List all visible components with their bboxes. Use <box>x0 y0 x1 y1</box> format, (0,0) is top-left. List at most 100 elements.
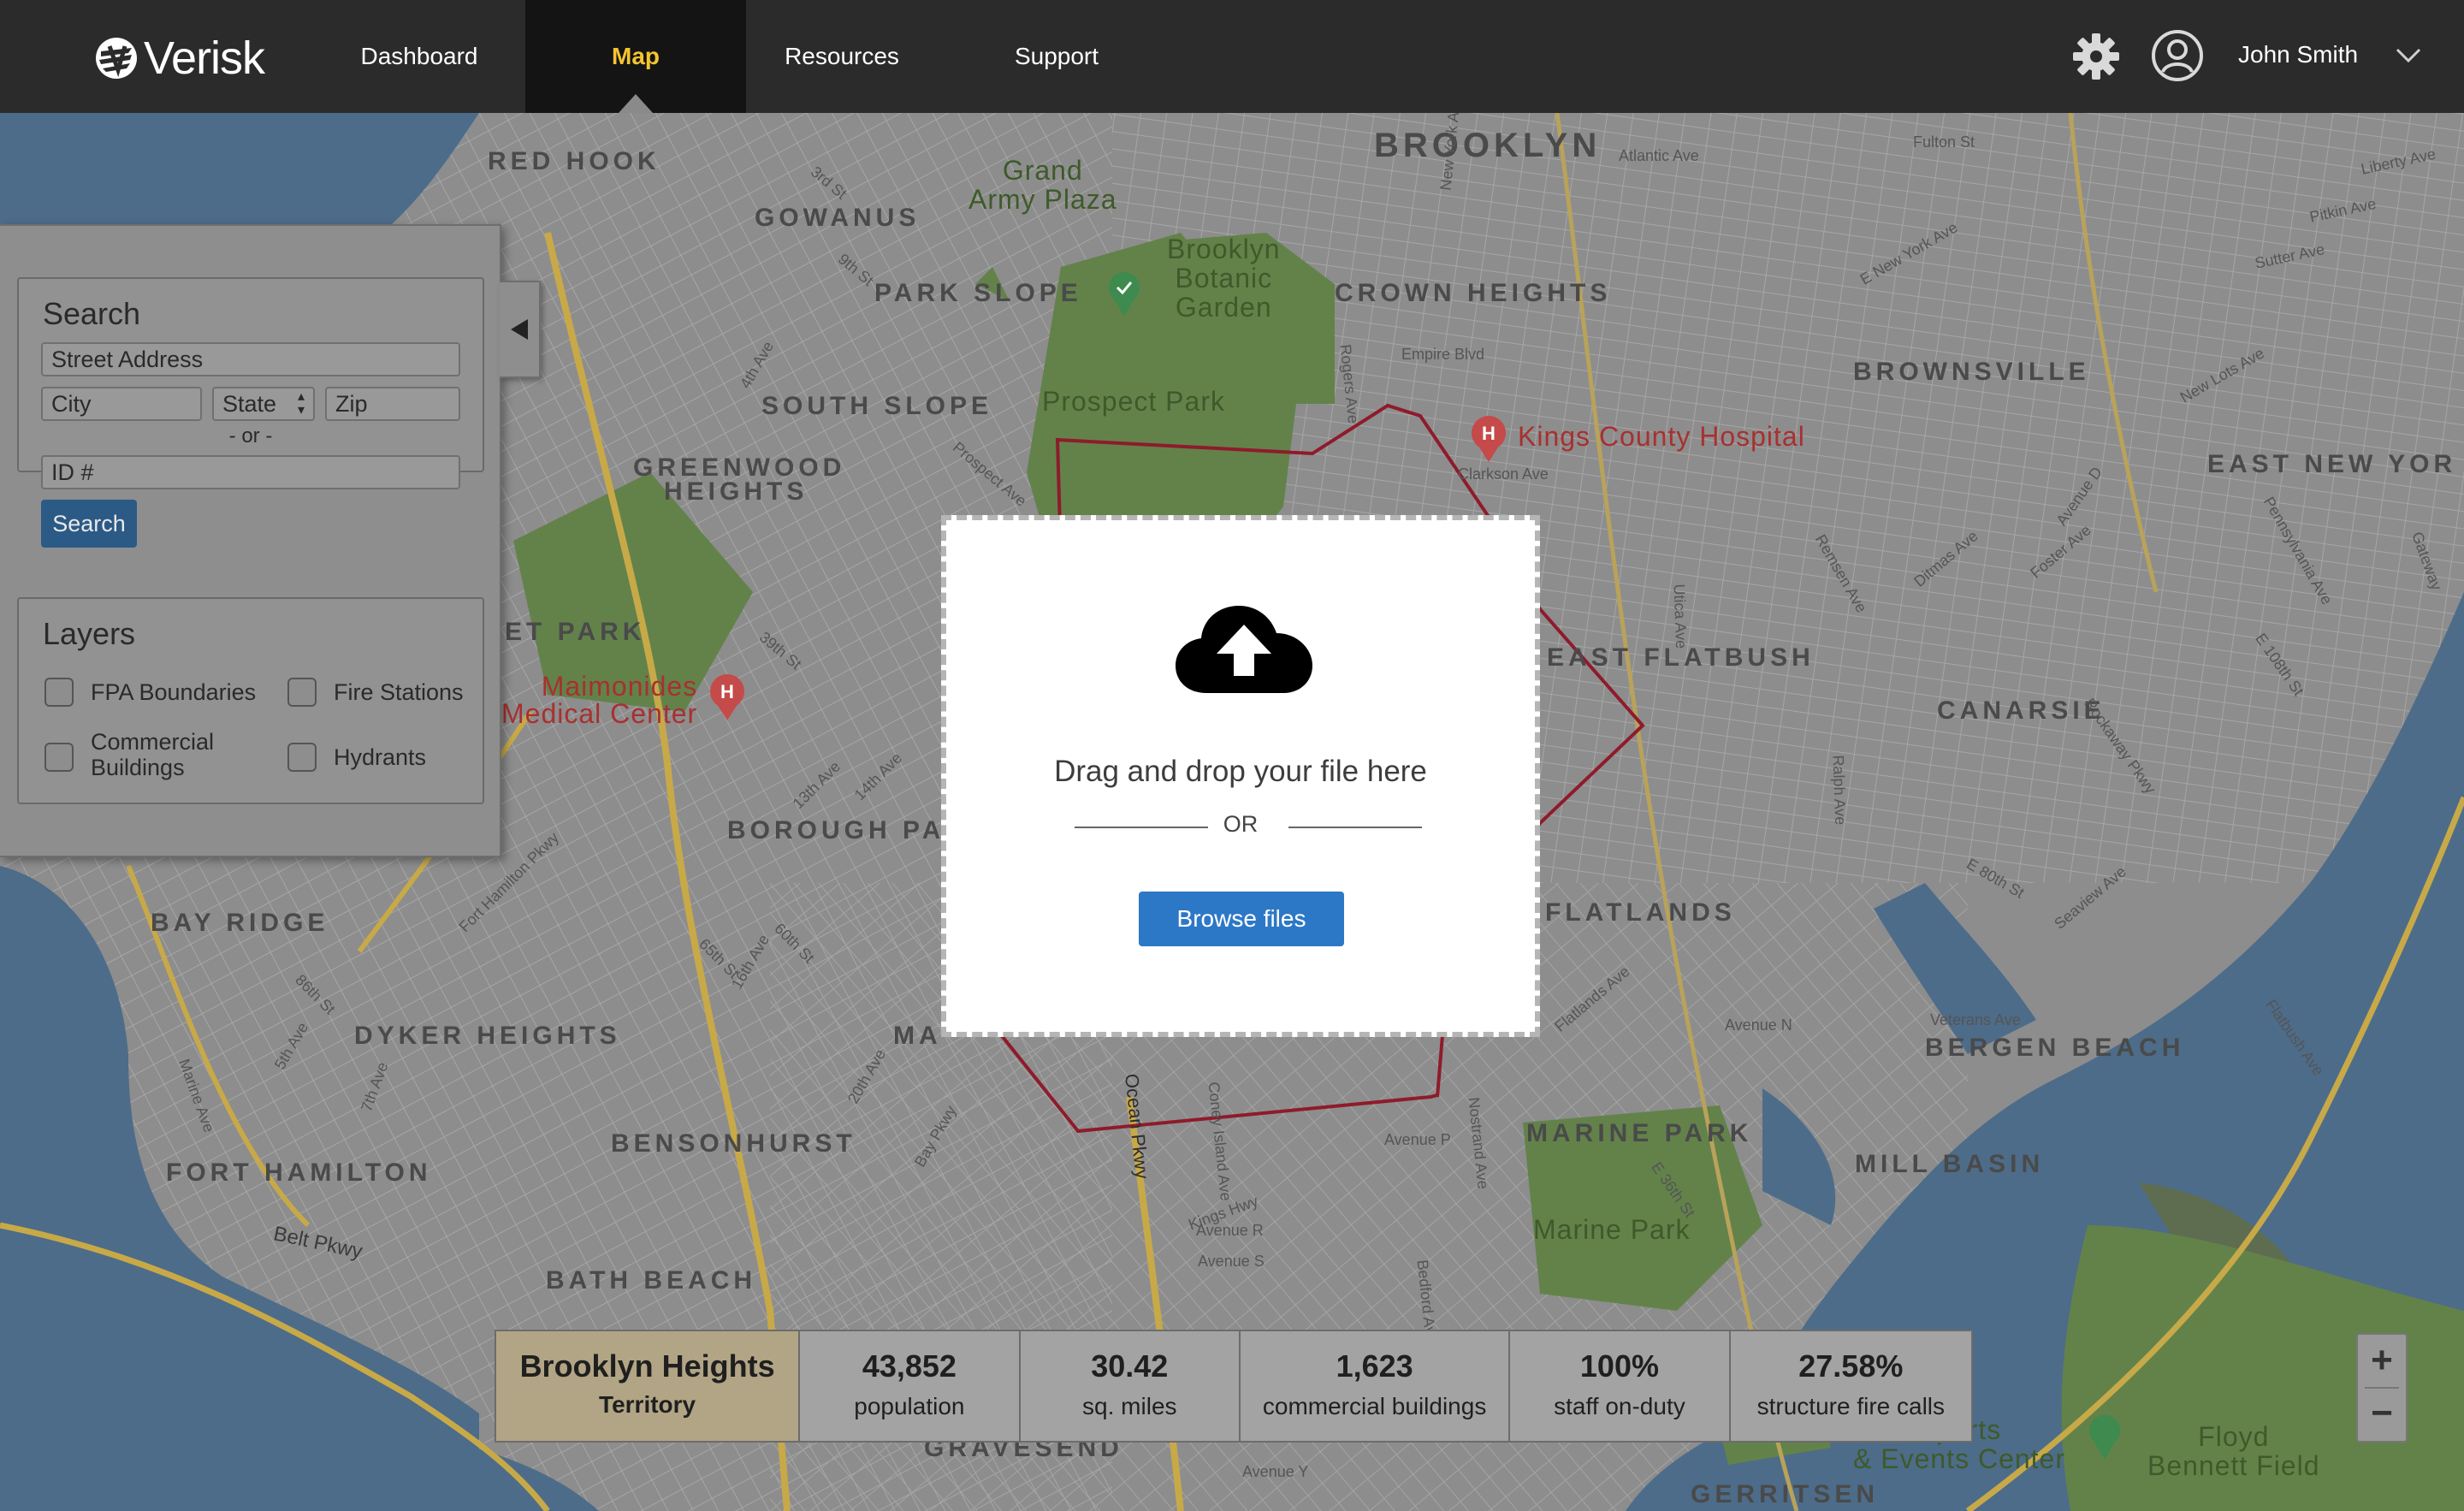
street-label: Atlantic Ave <box>1619 147 1699 164</box>
layer-label: Hydrants <box>334 744 427 770</box>
territory-name: Brooklyn Heights <box>519 1348 775 1384</box>
neighborhood-label: FORT HAMILTON <box>166 1158 432 1187</box>
street-label: Ralph Ave <box>1829 755 1850 826</box>
street-address-field[interactable]: Street Address <box>41 342 460 376</box>
svg-text:H: H <box>720 681 734 702</box>
neighborhood-label: FLATLANDS <box>1545 898 1736 927</box>
search-box: Search Street Address City State ▴ ▾ Zip … <box>17 277 484 548</box>
state-select-label: State <box>222 391 277 417</box>
collapse-panel-button[interactable] <box>500 281 541 378</box>
verisk-logo[interactable]: Verisk <box>94 29 265 87</box>
zoom-out-button[interactable]: − <box>2358 1388 2406 1439</box>
street-label: Empire Blvd <box>1401 346 1485 363</box>
street-label: Avenue R <box>1196 1222 1264 1239</box>
neighborhood-label: GOWANUS <box>755 204 921 232</box>
nav-resources[interactable]: Resources <box>770 0 914 113</box>
svg-text:H: H <box>1482 423 1496 444</box>
stat-value: 1,623 <box>1336 1348 1413 1384</box>
active-nav-indicator <box>619 94 653 113</box>
neighborhood-label: MA <box>893 1022 942 1050</box>
layers-box: Layers FPA Boundaries Fire Stations Comm… <box>17 597 484 804</box>
checkbox-commercial-buildings[interactable] <box>44 743 74 772</box>
territory-stats-bar: Brooklyn Heights Territory 43,852 popula… <box>495 1330 1973 1443</box>
checkbox-fire-stations[interactable] <box>287 678 317 707</box>
nav-dashboard[interactable]: Dashboard <box>339 0 500 113</box>
neighborhood-label: HEIGHTS <box>664 477 808 506</box>
place-label: Prospect Park <box>1042 386 1225 417</box>
stat-commercial-buildings: 1,623 commercial buildings <box>1241 1331 1511 1441</box>
nav-dashboard-label: Dashboard <box>360 43 478 69</box>
nav-map[interactable]: Map <box>525 0 746 113</box>
top-navigation-bar: Verisk Dashboard Map Resources Support J… <box>0 0 2464 113</box>
stat-population: 43,852 population <box>800 1331 1021 1441</box>
stat-value: 30.42 <box>1091 1348 1169 1384</box>
neighborhood-label: BAY RIDGE <box>151 909 329 937</box>
logo-text: Verisk <box>144 33 265 84</box>
neighborhood-label: BERGEN BEACH <box>1925 1034 2185 1062</box>
nav-resources-label: Resources <box>785 43 899 69</box>
state-select[interactable]: State ▴ ▾ <box>212 387 315 421</box>
place-label: Grand Army Plaza <box>968 155 1117 215</box>
hospital-label: Kings County Hospital <box>1518 421 1805 452</box>
checkbox-hydrants[interactable] <box>287 743 317 772</box>
stat-label: sq. miles <box>1082 1393 1177 1419</box>
city-field[interactable]: City <box>41 387 202 421</box>
nav-support[interactable]: Support <box>1001 0 1112 113</box>
street-label: Clarkson Ave <box>1458 465 1549 483</box>
street-label: Avenue Y <box>1242 1463 1309 1480</box>
stat-staff-on-duty: 100% staff on-duty <box>1510 1331 1731 1441</box>
search-layers-panel: Search Street Address City State ▴ ▾ Zip … <box>0 224 501 857</box>
neighborhood-label: EAST NEW YOR <box>2207 450 2457 478</box>
user-avatar-icon[interactable] <box>2151 29 2204 82</box>
user-name[interactable]: John Smith <box>2238 41 2358 68</box>
layer-label: FPA Boundaries <box>91 679 257 705</box>
stat-value: 43,852 <box>862 1348 957 1384</box>
checkbox-fpa-boundaries[interactable] <box>44 678 74 707</box>
caret-left-icon <box>511 319 528 340</box>
territory-subtitle: Territory <box>599 1391 696 1418</box>
stat-sq-miles: 30.42 sq. miles <box>1021 1331 1241 1441</box>
street-label: Veterans Ave <box>1930 1011 2021 1028</box>
neighborhood-label: MILL BASIN <box>1855 1150 2045 1178</box>
layer-label: Commercial Buildings <box>91 729 215 780</box>
street-label: Utica Ave <box>1670 584 1691 649</box>
zoom-in-button[interactable]: + <box>2358 1335 2406 1386</box>
layers-title: Layers <box>43 616 136 651</box>
neighborhood-label: BROWNSVILLE <box>1853 358 2090 386</box>
stat-value: 100% <box>1579 1348 1659 1384</box>
neighborhood-label: BATH BEACH <box>546 1266 757 1295</box>
zoom-control: + − <box>2356 1333 2408 1443</box>
id-field[interactable]: ID # <box>41 455 460 489</box>
cloud-upload-icon <box>1176 606 1312 693</box>
territory-title-cell: Brooklyn Heights Territory <box>496 1331 801 1441</box>
stat-label: population <box>854 1393 965 1419</box>
search-button[interactable]: Search <box>41 500 137 548</box>
search-or-divider: - or - <box>228 424 273 447</box>
hospital-label: Maimonides Medical Center <box>501 671 698 729</box>
file-dropzone[interactable]: Drag and drop your file here OR Browse f… <box>941 515 1540 1037</box>
or-separator: OR <box>1223 811 1259 837</box>
select-arrows-icon: ▴ ▾ <box>297 389 305 418</box>
neighborhood-label: DYKER HEIGHTS <box>354 1022 621 1050</box>
layer-label: Fire Stations <box>334 679 464 705</box>
street-label: Avenue S <box>1198 1253 1265 1270</box>
neighborhood-label: ET PARK <box>505 618 646 646</box>
stat-value: 27.58% <box>1798 1348 1904 1384</box>
neighborhood-label: BOROUGH PA <box>727 816 945 844</box>
chevron-down-icon[interactable] <box>2396 48 2421 63</box>
gear-icon[interactable] <box>2070 31 2122 82</box>
neighborhood-label: SOUTH SLOPE <box>761 392 993 420</box>
zip-field[interactable]: Zip <box>325 387 460 421</box>
stat-label: commercial buildings <box>1262 1393 1487 1419</box>
verisk-logo-mark-icon <box>96 38 137 79</box>
browse-files-button[interactable]: Browse files <box>1139 892 1344 946</box>
neighborhood-label: RED HOOK <box>488 147 660 175</box>
street-label: Avenue N <box>1725 1016 1792 1034</box>
neighborhood-label: PARK SLOPE <box>874 279 1082 307</box>
stat-label: structure fire calls <box>1756 1393 1946 1419</box>
nav-map-label: Map <box>612 43 660 69</box>
place-label: Floyd Bennett Field <box>2147 1421 2320 1481</box>
neighborhood-label: CANARSIE <box>1937 696 2106 725</box>
neighborhood-label: CROWN HEIGHTS <box>1335 279 1612 307</box>
neighborhood-label: MARINE PARK <box>1526 1119 1753 1147</box>
